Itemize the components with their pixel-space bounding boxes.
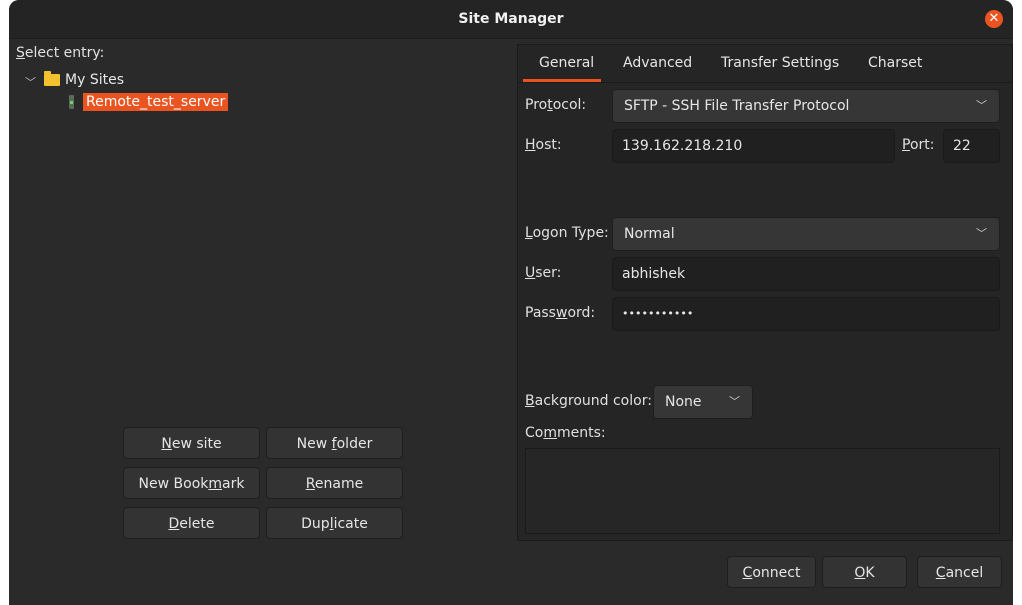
comments-label: Comments: (525, 425, 606, 441)
select-entry-label: Select entry: (16, 45, 104, 61)
tab-bar: General Advanced Transfer Settings Chars… (518, 45, 1012, 83)
folder-icon (44, 71, 60, 86)
chevron-down-icon: ﹀ (729, 395, 740, 408)
window-title: Site Manager (458, 11, 564, 27)
server-icon (69, 95, 74, 109)
label-text: elect entry: (24, 45, 105, 61)
protocol-label: Protocol: (525, 97, 587, 113)
user-input[interactable]: abhishek (612, 257, 1000, 291)
protocol-value: SFTP - SSH File Transfer Protocol (624, 98, 850, 114)
site-manager-window: Site Manager ✕ Select entry: ﹀ My Sites … (9, 0, 1013, 605)
title-bar: Site Manager ✕ (9, 0, 1013, 39)
logon-type-label: Logon Type: (525, 225, 609, 241)
connect-button[interactable]: Connect (727, 556, 816, 588)
delete-button[interactable]: Delete (123, 507, 260, 539)
chevron-down-icon: ﹀ (976, 99, 987, 112)
tab-charset[interactable]: Charset (868, 55, 922, 71)
password-label: Password: (525, 305, 596, 321)
tree-site-remote-test-server[interactable]: Remote_test_server (69, 91, 229, 113)
chevron-down-icon[interactable]: ﹀ (25, 74, 37, 89)
tree-folder-label: My Sites (65, 72, 124, 88)
tree-folder-my-sites[interactable]: ﹀ My Sites (25, 69, 124, 91)
new-bookmark-button[interactable]: New Bookmark (123, 467, 260, 499)
new-folder-button[interactable]: New folder (266, 427, 403, 459)
logon-type-select[interactable]: Normal ﹀ (612, 217, 1000, 251)
cancel-button[interactable]: Cancel (917, 556, 1002, 588)
password-input[interactable]: ••••••••••• (612, 297, 1000, 331)
tab-advanced[interactable]: Advanced (623, 55, 692, 71)
tab-general[interactable]: General (539, 55, 594, 71)
background-color-value: None (665, 394, 702, 410)
chevron-down-icon: ﹀ (976, 227, 987, 240)
new-site-button[interactable]: New site (123, 427, 260, 459)
ok-button[interactable]: OK (822, 556, 907, 588)
settings-panel: General Advanced Transfer Settings Chars… (517, 44, 1013, 541)
background-color-select[interactable]: None ﹀ (653, 385, 753, 419)
port-label: Port: (902, 137, 935, 153)
tab-transfer-settings[interactable]: Transfer Settings (721, 55, 839, 71)
close-icon: ✕ (988, 11, 1000, 26)
logon-type-value: Normal (624, 226, 675, 242)
port-input[interactable]: 22 (943, 129, 1000, 163)
background-color-label: Background color: (525, 393, 652, 409)
user-label: User: (525, 265, 562, 281)
host-input[interactable]: 139.162.218.210 (612, 129, 895, 163)
host-label: Host: (525, 137, 562, 153)
site-tree[interactable]: ﹀ My Sites Remote_test_server (10, 62, 504, 420)
active-tab-indicator (523, 79, 601, 82)
close-button[interactable]: ✕ (985, 10, 1003, 28)
rename-button[interactable]: Rename (266, 467, 403, 499)
comments-textarea[interactable] (525, 448, 1000, 534)
tree-site-label: Remote_test_server (83, 93, 229, 111)
duplicate-button[interactable]: Duplicate (266, 507, 403, 539)
mnemonic: S (16, 45, 25, 61)
protocol-select[interactable]: SFTP - SSH File Transfer Protocol ﹀ (612, 89, 1000, 123)
